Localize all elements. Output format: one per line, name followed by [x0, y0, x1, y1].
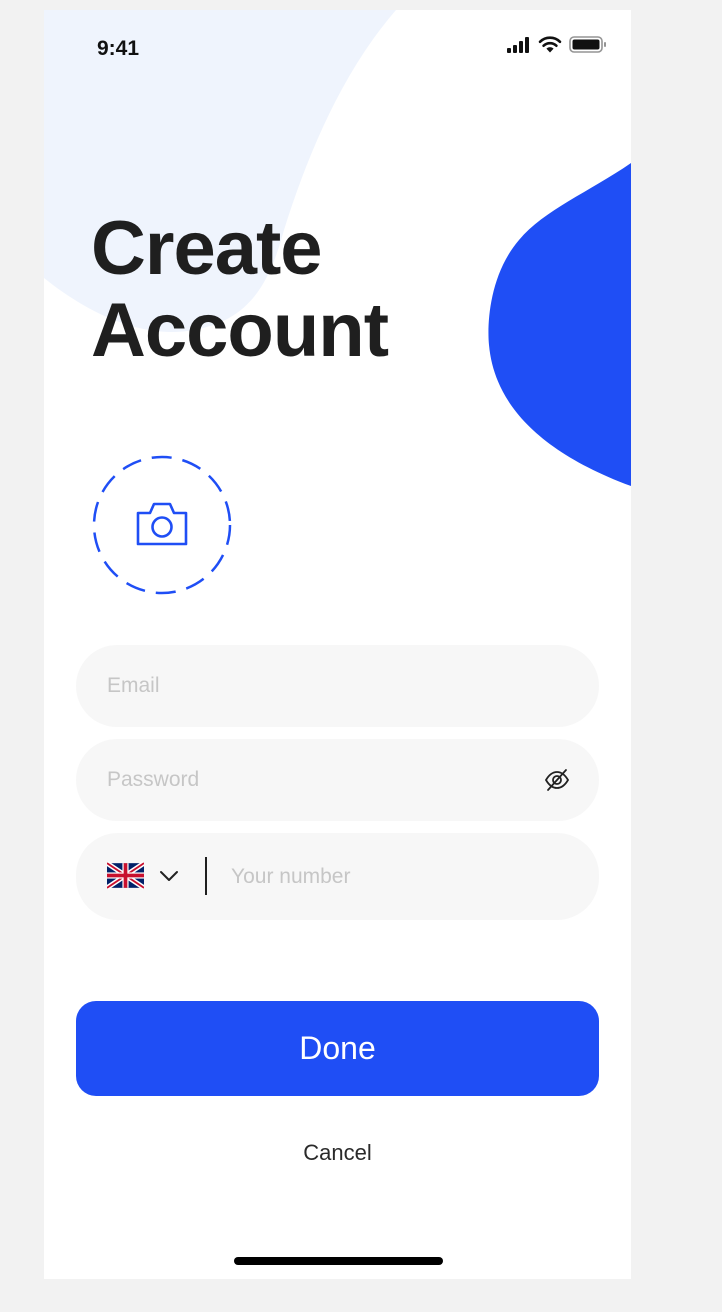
email-field-container — [76, 645, 599, 727]
eye-off-icon[interactable] — [544, 767, 570, 793]
phone-field-divider — [205, 857, 207, 895]
wifi-icon — [538, 36, 562, 53]
status-icons — [507, 36, 607, 53]
page-title: Create Account — [91, 206, 389, 373]
password-input[interactable] — [107, 739, 507, 821]
phone-number-input[interactable] — [231, 833, 551, 920]
avatar-upload-button[interactable] — [91, 454, 233, 596]
uk-flag-icon — [107, 861, 144, 890]
status-time: 9:41 — [97, 37, 140, 60]
country-code-select[interactable] — [107, 861, 179, 890]
status-bar: 9:41 — [44, 10, 631, 85]
battery-icon — [569, 36, 606, 53]
page-title-line1: Create — [91, 206, 323, 291]
home-indicator — [234, 1257, 443, 1265]
phone-field-container — [76, 833, 599, 920]
phone-screen: 9:41 Create Account Email Your number Do… — [44, 10, 631, 1279]
password-field-container — [76, 739, 599, 821]
page-title-line2: Account — [91, 288, 389, 373]
cancel-link[interactable]: Cancel — [44, 1140, 631, 1166]
cellular-signal-icon — [507, 36, 529, 53]
chevron-down-icon — [160, 870, 178, 881]
email-input[interactable] — [107, 645, 507, 727]
camera-icon — [136, 502, 188, 546]
blue-blob-shape — [488, 163, 631, 486]
done-button[interactable]: Done — [76, 1001, 599, 1096]
